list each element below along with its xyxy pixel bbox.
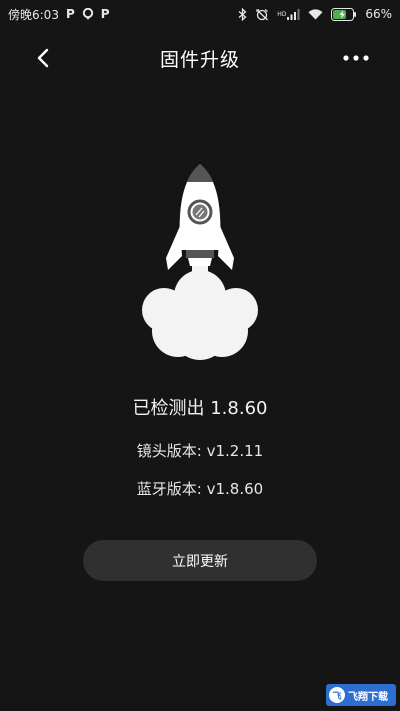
battery-percent: 66% [365, 7, 392, 21]
rocket-icon [142, 164, 258, 360]
alarm-off-icon [255, 8, 269, 21]
status-right: HD 66% [238, 7, 392, 21]
lens-version: 镜头版本: v1.2.11 [136, 442, 264, 460]
more-button[interactable] [340, 46, 372, 70]
watermark-logo: 飞 飞翔下载 [326, 684, 396, 706]
bluetooth-icon [238, 7, 247, 21]
notification-p-icon: P [65, 7, 75, 21]
status-left: 傍晚6:03 P P [8, 6, 110, 23]
rocket-illustration [130, 158, 270, 363]
more-dots-icon [343, 55, 369, 61]
screen: 傍晚6:03 P P HD 66% 固件升级 已检测出 1.8.60 镜头版本:… [0, 0, 400, 711]
chevron-left-icon [37, 48, 49, 68]
notification-p-icon-2: P [100, 7, 110, 21]
watermark-badge-icon: 飞 [329, 687, 345, 703]
wifi-icon [308, 8, 323, 20]
signal-icon: HD [277, 8, 300, 20]
location-pin-icon [82, 7, 94, 21]
page-title: 固件升级 [159, 48, 240, 71]
watermark-text: 飞翔下载 [348, 691, 388, 703]
hd-label: HD [277, 10, 287, 18]
app-header: 固件升级 [0, 36, 400, 80]
clock: 傍晚6:03 [8, 7, 59, 22]
back-button[interactable] [30, 45, 56, 71]
detected-version: 已检测出 1.8.60 [132, 398, 268, 419]
battery-icon [331, 7, 357, 21]
status-bar: 傍晚6:03 P P HD 66% [0, 0, 400, 28]
update-now-button[interactable]: 立即更新 [83, 540, 317, 581]
bluetooth-version: 蓝牙版本: v1.8.60 [136, 480, 264, 498]
